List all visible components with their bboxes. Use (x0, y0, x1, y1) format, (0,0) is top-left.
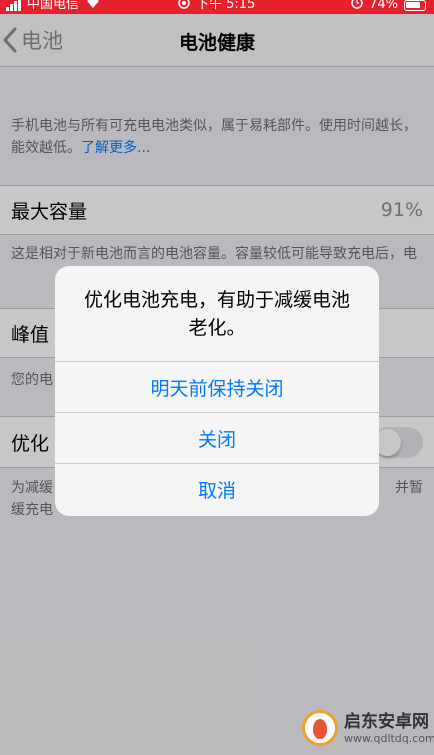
keep-off-until-tomorrow-button[interactable]: 明天前保持关闭 (55, 361, 379, 412)
turn-off-button[interactable]: 关闭 (55, 412, 379, 463)
carrier-label: 中国电信 (27, 0, 80, 12)
battery-icon (404, 0, 426, 11)
alert-dialog: 优化电池充电，有助于减缓电池老化。 明天前保持关闭 关闭 取消 (55, 266, 379, 516)
watermark-logo-icon (302, 710, 338, 746)
cancel-button[interactable]: 取消 (55, 463, 379, 514)
status-bar: 中国电信 下午 5:15 74% (0, 0, 434, 14)
clock-label: 下午 5:15 (196, 0, 256, 12)
status-center: 下午 5:15 (178, 0, 255, 13)
watermark-text: 启东安卓网 www.qdltdq.com (344, 712, 434, 745)
alert-message: 优化电池充电，有助于减缓电池老化。 (83, 289, 350, 339)
battery-percent: 74% (369, 0, 398, 12)
status-right: 74% (351, 0, 426, 13)
watermark-url: www.qdltdq.com (344, 731, 434, 745)
watermark: 启东安卓网 www.qdltdq.com (302, 710, 434, 746)
watermark-name: 启东安卓网 (344, 711, 429, 732)
signal-icon (6, 0, 21, 11)
status-left: 中国电信 (6, 0, 101, 13)
alarm-icon (351, 0, 363, 13)
wifi-icon (85, 0, 101, 13)
orientation-lock-icon (178, 0, 190, 13)
